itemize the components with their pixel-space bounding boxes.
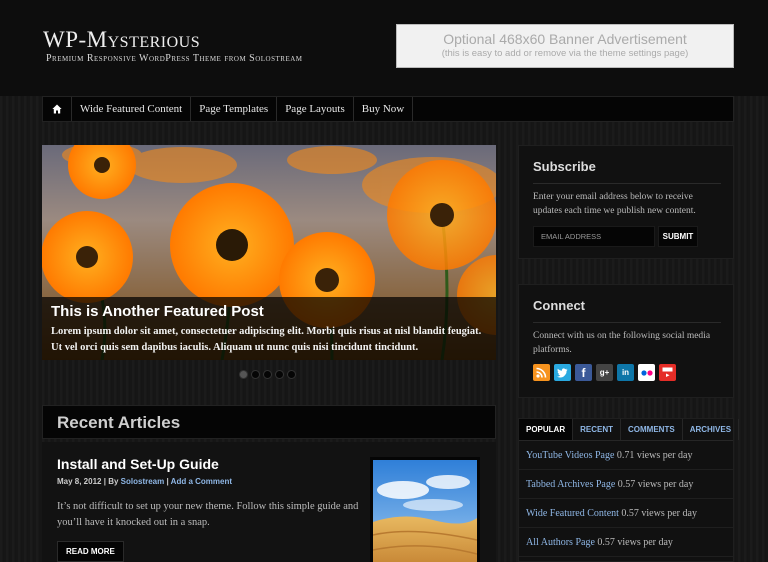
site-header: WP-Mysterious Premium Responsive WordPre… [0, 0, 768, 96]
banner-subtitle: (this is easy to add or remove via the t… [441, 48, 689, 59]
twitter-icon[interactable] [554, 364, 571, 381]
youtube-icon[interactable] [659, 364, 676, 381]
tabbed-widget: POPULAR RECENT COMMENTS ARCHIVES YouTube… [518, 418, 740, 562]
recent-articles-title: Recent Articles [57, 413, 181, 432]
email-field[interactable] [533, 226, 655, 247]
nav-item-page-templates[interactable]: Page Templates [191, 97, 278, 121]
list-item: Tabbed Archives Page 0.57 views per day [519, 470, 733, 499]
slider-dot[interactable] [275, 370, 284, 379]
list-item: Install and Set-Up Guide May 8, 2012 | B… [42, 442, 496, 562]
slider-pagination [239, 370, 296, 379]
banner-ad[interactable]: Optional 468x60 Banner Advertisement (th… [396, 24, 734, 68]
banner-title: Optional 468x60 Banner Advertisement [443, 31, 687, 47]
desert-image [372, 460, 478, 562]
rss-icon[interactable] [533, 364, 550, 381]
social-icons: f g+ in [533, 364, 676, 381]
linkedin-icon[interactable]: in [617, 364, 634, 381]
read-more-button[interactable]: READ MORE [57, 541, 124, 562]
slider-dot[interactable] [263, 370, 272, 379]
connect-widget: Connect Connect with us on the following… [518, 284, 734, 398]
list-item: YouTube Videos Page 0.71 views per day [519, 441, 733, 470]
post-by: By [108, 477, 119, 486]
nav-item-page-layouts[interactable]: Page Layouts [277, 97, 354, 121]
submit-button[interactable]: SUBMIT [658, 226, 698, 247]
slider-dot[interactable] [251, 370, 260, 379]
post-title[interactable]: Install and Set-Up Guide [57, 456, 219, 472]
tab-archives[interactable]: ARCHIVES [683, 419, 740, 440]
post-author-link[interactable]: Solostream [121, 477, 165, 486]
nav-item-wide-featured-content[interactable]: Wide Featured Content [72, 97, 192, 121]
facebook-icon[interactable]: f [575, 364, 592, 381]
connect-text: Connect with us on the following social … [533, 331, 711, 355]
tab-bar: POPULAR RECENT COMMENTS ARCHIVES [519, 419, 740, 441]
subscribe-text: Enter your email address below to receiv… [533, 192, 696, 216]
tab-comments[interactable]: COMMENTS [621, 419, 683, 440]
nav-home[interactable] [43, 97, 72, 121]
post-thumbnail[interactable] [370, 457, 480, 562]
post-excerpt: It’s not difficult to set up your new th… [57, 501, 359, 528]
views-count: 0.57 views per day [621, 508, 697, 519]
recent-articles-header: Recent Articles [42, 405, 496, 439]
site-title[interactable]: WP-Mysterious [43, 27, 200, 53]
subscribe-title: Subscribe [533, 159, 596, 174]
tab-recent[interactable]: RECENT [573, 419, 622, 440]
popular-post-link[interactable]: All Authors Page [526, 537, 595, 548]
post-date: May 8, 2012 [57, 477, 102, 486]
featured-slider[interactable]: This is Another Featured Post Lorem ipsu… [42, 145, 496, 360]
subscribe-widget: Subscribe Enter your email address below… [518, 145, 734, 259]
divider [533, 322, 721, 323]
featured-caption: This is Another Featured Post Lorem ipsu… [42, 297, 496, 360]
site-tagline: Premium Responsive WordPress Theme from … [46, 53, 303, 64]
slider-dot[interactable] [287, 370, 296, 379]
tab-popular[interactable]: POPULAR [519, 419, 574, 440]
google-plus-icon[interactable]: g+ [596, 364, 613, 381]
popular-post-link[interactable]: Wide Featured Content [526, 508, 619, 519]
views-count: 0.57 views per day [617, 479, 694, 490]
flickr-icon[interactable] [638, 364, 655, 381]
post-meta: May 8, 2012 | By Solostream | Add a Comm… [57, 477, 232, 486]
list-item: Wide Featured Content 0.57 views per day [519, 499, 733, 528]
main-nav: Wide Featured Content Page Templates Pag… [42, 96, 734, 122]
featured-excerpt: Lorem ipsum dolor sit amet, consectetuer… [51, 326, 482, 353]
meta-separator: | [166, 477, 169, 486]
nav-item-buy-now[interactable]: Buy Now [354, 97, 414, 121]
connect-title: Connect [533, 298, 585, 313]
views-count: 0.57 views per day [597, 537, 673, 548]
views-count: 0.71 views per day [616, 450, 693, 461]
add-comment-link[interactable]: Add a Comment [171, 477, 232, 486]
home-icon [52, 104, 62, 114]
meta-separator: | [103, 477, 106, 486]
list-item: All Authors Page 0.57 views per day [519, 528, 733, 557]
popular-post-link[interactable]: Tabbed Archives Page [526, 479, 615, 490]
divider [533, 183, 721, 184]
featured-title[interactable]: This is Another Featured Post [51, 303, 487, 320]
slider-dot[interactable] [239, 370, 248, 379]
popular-post-link[interactable]: YouTube Videos Page [526, 450, 614, 461]
